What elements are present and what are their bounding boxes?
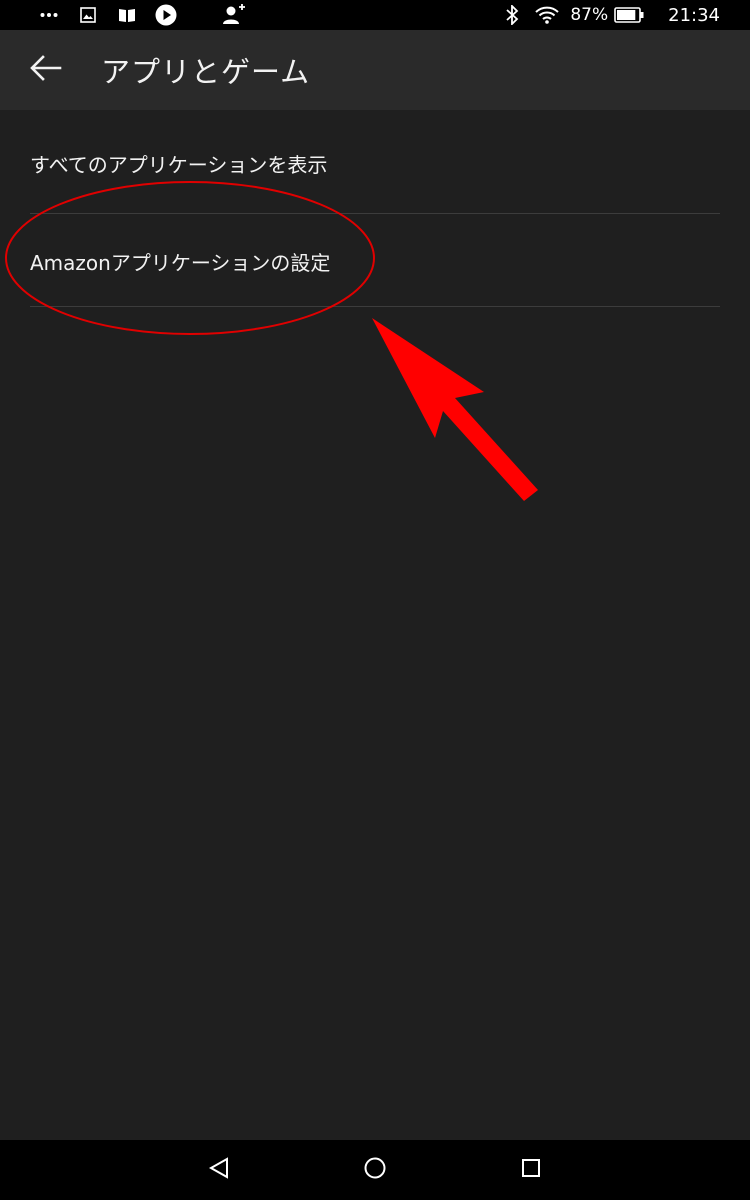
more-dots-icon [30,0,68,30]
red-arrow [372,318,538,501]
status-bar: 87% 21:34 [0,0,750,30]
status-right-icons: 87% 21:34 [502,0,750,30]
play-icon [146,0,186,30]
bluetooth-icon [502,0,522,30]
wifi-icon [534,0,560,30]
app-bar: アプリとゲーム [0,30,750,110]
image-icon [68,0,108,30]
book-icon [108,0,146,30]
settings-list: すべてのアプリケーションを表示 Amazonアプリケーションの設定 [30,110,720,307]
page-title: アプリとゲーム [101,55,311,89]
list-item-show-all-apps[interactable]: すべてのアプリケーションを表示 [30,110,720,214]
battery-percent: 87% [570,5,609,25]
list-item-amazon-app-settings[interactable]: Amazonアプリケーションの設定 [30,214,720,307]
nav-recents-button[interactable] [501,1140,561,1200]
clock: 21:34 [668,4,720,26]
navigation-bar [0,1140,750,1200]
arrow-left-icon [30,55,62,85]
nav-back-button[interactable] [189,1140,249,1200]
status-left-icons [0,0,256,30]
add-person-icon [212,0,256,30]
battery-icon [614,0,644,30]
home-circle-icon [363,1156,387,1184]
recents-square-icon [520,1157,542,1183]
back-button[interactable] [15,39,77,101]
nav-home-button[interactable] [345,1140,405,1200]
back-triangle-icon [208,1157,230,1183]
